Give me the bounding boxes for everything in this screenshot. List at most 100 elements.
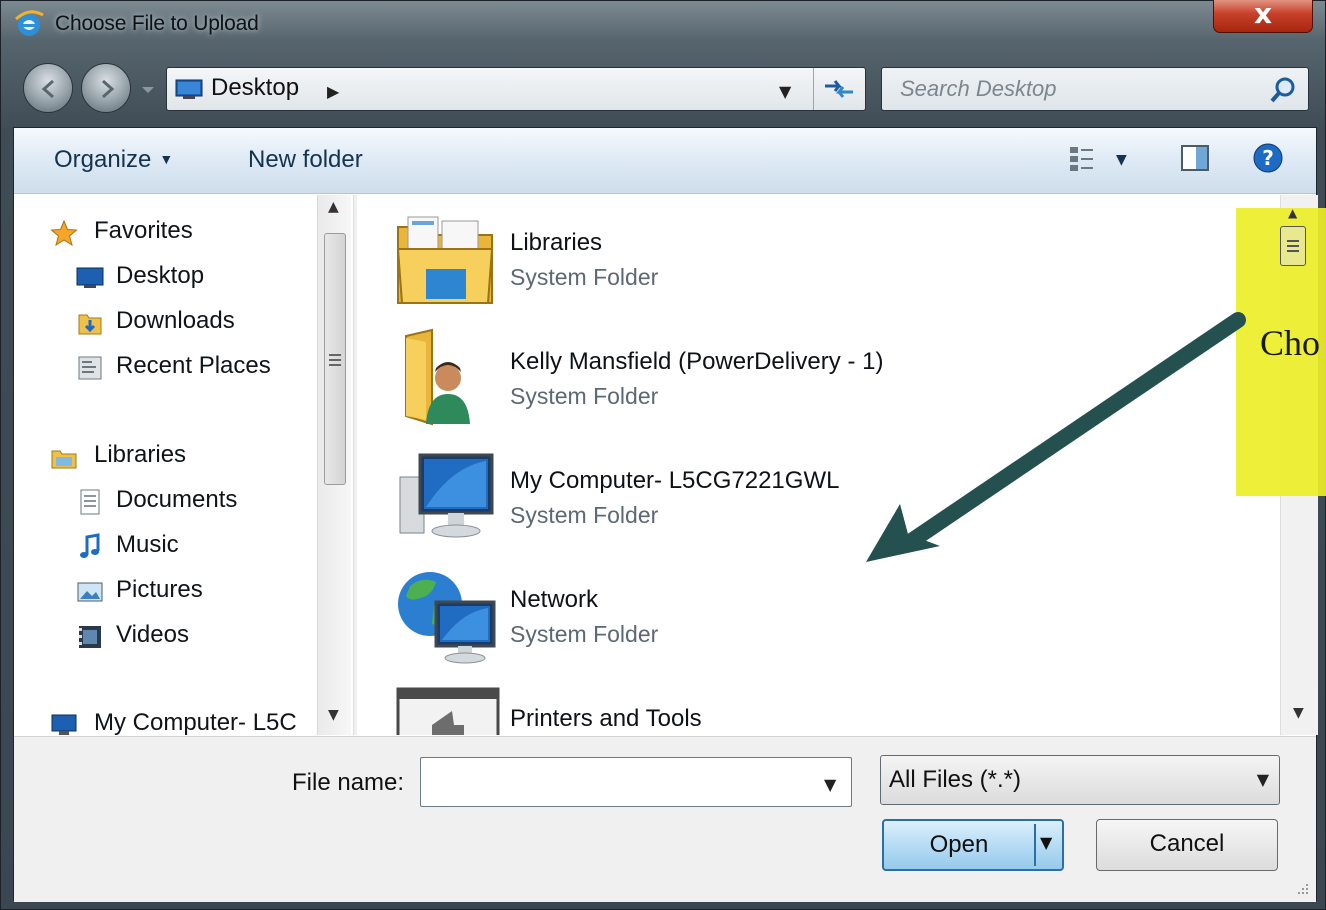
view-options-dropdown-icon[interactable]: ▼ (1116, 152, 1127, 168)
file-name-dropdown-icon[interactable]: ▼ (824, 775, 836, 794)
address-dropdown-icon[interactable]: ▼ (779, 82, 791, 101)
overlay-partial-text: Cho (1260, 323, 1321, 363)
search-placeholder: Search Desktop (900, 76, 1057, 101)
sidebar-item-label: Music (116, 531, 179, 558)
sidebar-item-recent-places[interactable]: Recent Places (78, 352, 271, 380)
sidebar-item-pictures[interactable]: Pictures (77, 576, 203, 604)
title-bar[interactable]: Choose File to Upload x (1, 0, 1325, 49)
star-icon (50, 219, 78, 247)
new-folder-button[interactable]: New folder (248, 146, 363, 174)
sidebar-item-libraries[interactable]: Libraries (51, 441, 187, 469)
file-list: Libraries System Folder Kelly Mansfield … (358, 195, 1278, 735)
svg-text:?: ? (1262, 146, 1274, 170)
split-button-divider (1034, 824, 1036, 866)
scroll-down-icon[interactable]: ▼ (1293, 705, 1304, 721)
breadcrumb-chevron-icon[interactable]: ▶ (327, 82, 339, 101)
sidebar-item-videos[interactable]: Videos (79, 621, 189, 649)
sidebar-item-favorites[interactable]: Favorites (50, 217, 193, 247)
sidebar-item-label: My Computer- L5C (94, 709, 297, 735)
file-name: Libraries (510, 229, 603, 256)
address-divider (813, 68, 814, 110)
libraries-folder-icon (396, 216, 494, 304)
grip-lines-icon (329, 354, 341, 366)
file-name-label: File name: (292, 769, 405, 796)
list-item[interactable]: My Computer- L5CG7221GWL System Folder (392, 447, 1212, 557)
documents-icon (80, 489, 100, 515)
navigation-pane: Favorites Desktop Downloads Recent Place… (14, 195, 352, 735)
file-type: System Folder (510, 383, 659, 409)
network-icon (398, 572, 496, 664)
organize-label: Organize (54, 146, 152, 173)
open-options-dropdown-icon[interactable]: ▼ (1040, 833, 1052, 852)
file-type: System Folder (510, 264, 659, 290)
file-type: System Folder (510, 502, 659, 528)
refresh-icon[interactable] (821, 76, 857, 102)
organize-menu[interactable]: Organize ▼ (54, 146, 173, 174)
list-item[interactable]: Network System Folder (392, 566, 1212, 676)
libraries-label: Libraries (94, 441, 187, 468)
file-selection-footer: File name: ▼ All Files (*.*) ▼ Open ▼ Ca… (14, 736, 1316, 902)
chevron-down-icon: ▼ (1256, 770, 1269, 789)
recent-pages-dropdown-icon[interactable] (141, 85, 155, 95)
internet-explorer-icon (14, 10, 44, 36)
preview-pane-icon[interactable] (1180, 144, 1210, 172)
sidebar-item-label: Videos (116, 621, 189, 648)
sidebar-item-my-computer[interactable]: My Computer- L5C (51, 709, 297, 735)
list-item[interactable]: Libraries System Folder (392, 209, 1212, 319)
list-item[interactable]: Kelly Mansfield (PowerDelivery - 1) Syst… (392, 328, 1212, 438)
close-button[interactable]: x (1213, 0, 1313, 33)
close-icon: x (1253, 0, 1273, 30)
list-item[interactable]: Printers and Tools (392, 685, 1212, 735)
dialog-body: Organize ▼ New folder ▼ ? Favorites Desk… (13, 127, 1318, 902)
user-folder-icon (405, 328, 470, 426)
pictures-icon (77, 582, 103, 602)
address-bar[interactable]: Desktop ▶ ▼ (166, 67, 866, 111)
organize-dropdown-icon: ▼ (159, 151, 174, 167)
sidebar-item-downloads[interactable]: Downloads (78, 307, 235, 335)
sidebar-item-documents[interactable]: Documents (80, 486, 237, 515)
scroll-down-icon[interactable]: ▼ (328, 707, 339, 723)
resize-grip-icon[interactable] (1296, 882, 1310, 896)
change-view-icon[interactable] (1068, 144, 1102, 174)
videos-icon (79, 626, 101, 648)
file-upload-dialog: Choose File to Upload x Desktop ▶ ▼ Sear… (0, 0, 1326, 910)
overlay-scroll-up-icon: ▲ (1288, 206, 1298, 220)
file-name: My Computer- L5CG7221GWL (510, 467, 840, 494)
navigation-scrollbar[interactable]: ▲ ▼ (317, 195, 351, 735)
desktop-icon (76, 267, 104, 288)
file-name: Kelly Mansfield (PowerDelivery - 1) (510, 348, 884, 375)
scrollbar-thumb[interactable] (324, 233, 346, 485)
help-icon[interactable]: ? (1252, 142, 1284, 174)
sidebar-item-label: Recent Places (116, 352, 271, 379)
overlay-scroll-thumb (1280, 226, 1306, 266)
sidebar-item-label: Downloads (116, 307, 235, 334)
pane-splitter[interactable] (353, 195, 357, 735)
downloads-icon (78, 314, 102, 335)
computer-icon (399, 453, 494, 538)
cancel-button[interactable]: Cancel (1096, 819, 1278, 871)
file-name: Printers and Tools (510, 705, 702, 732)
sidebar-item-music[interactable]: Music (80, 531, 179, 559)
open-button[interactable]: Open ▼ (882, 819, 1064, 871)
scroll-up-icon[interactable]: ▲ (328, 199, 339, 215)
computer-icon (51, 714, 77, 735)
address-location[interactable]: Desktop (211, 74, 299, 102)
grip-lines-icon (1287, 240, 1299, 252)
open-label: Open (929, 831, 989, 858)
sidebar-item-label: Desktop (116, 262, 205, 289)
file-type-selected: All Files (*.*) (889, 766, 1022, 793)
desktop-icon (175, 79, 203, 99)
sidebar-item-desktop[interactable]: Desktop (76, 262, 205, 290)
forward-button[interactable] (81, 63, 131, 113)
command-toolbar: Organize ▼ New folder ▼ ? (14, 128, 1316, 194)
file-name-input[interactable] (420, 757, 852, 807)
forward-arrow-icon (102, 79, 115, 99)
file-type-select[interactable]: All Files (*.*) ▼ (880, 755, 1280, 805)
back-button[interactable] (23, 63, 73, 113)
search-icon[interactable] (1268, 75, 1298, 105)
file-name: Network (510, 586, 599, 613)
sidebar-item-label: Pictures (116, 576, 203, 603)
recent-places-icon (78, 356, 102, 380)
printer-icon (396, 687, 500, 735)
search-input[interactable]: Search Desktop (881, 67, 1309, 111)
